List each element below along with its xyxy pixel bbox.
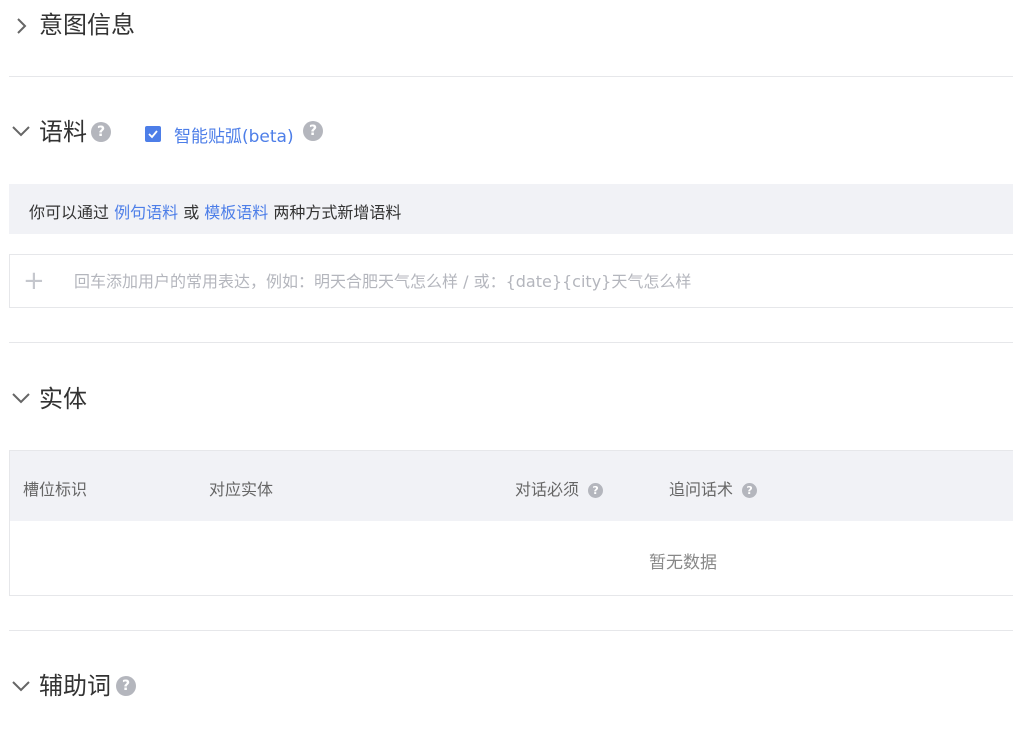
- section-title-entity[interactable]: 实体: [39, 384, 87, 414]
- corpus-hint-panel: 你可以通过 例句语料 或 模板语料 两种方式新增语料: [9, 184, 1013, 234]
- example-corpus-link[interactable]: 例句语料: [114, 203, 178, 222]
- corpus-input[interactable]: [68, 267, 980, 295]
- question-circle-icon[interactable]: ?: [742, 483, 758, 498]
- section-title-intent[interactable]: 意图信息: [39, 10, 135, 40]
- hint-prefix: 你可以通过: [29, 203, 115, 222]
- question-circle-icon[interactable]: ?: [588, 483, 604, 498]
- question-circle-icon[interactable]: ?: [91, 122, 111, 142]
- column-header-followup-label: 追问话术: [669, 480, 734, 499]
- chevron-down-icon[interactable]: [10, 120, 32, 142]
- template-corpus-link[interactable]: 模板语料: [204, 203, 268, 222]
- section-title-auxiliary[interactable]: 辅助词: [39, 671, 111, 701]
- column-header-required-label: 对话必须: [515, 480, 580, 499]
- empty-state-text: 暂无数据: [649, 553, 717, 573]
- chevron-down-icon[interactable]: [10, 675, 32, 697]
- hint-suffix: 两种方式新增语料: [268, 203, 402, 222]
- divider: [9, 630, 1013, 631]
- divider: [9, 76, 1013, 77]
- smart-checkbox-label[interactable]: 智能贴弧(beta): [174, 122, 294, 147]
- column-header-entity: 对应实体: [209, 480, 274, 499]
- section-title-corpus[interactable]: 语料: [39, 117, 87, 147]
- smart-checkbox[interactable]: [145, 126, 161, 142]
- hint-middle: 或: [178, 203, 205, 222]
- corpus-hint-text: 你可以通过 例句语料 或 模板语料 两种方式新增语料: [29, 199, 401, 223]
- question-circle-icon[interactable]: ?: [116, 676, 136, 696]
- column-header-required: 对话必须 ?: [515, 476, 604, 500]
- question-circle-icon[interactable]: ?: [303, 121, 323, 141]
- divider: [9, 342, 1013, 343]
- entity-table: 槽位标识 对应实体 对话必须 ? 追问话术 ? 暂无数据: [9, 450, 1013, 596]
- column-header-followup: 追问话术 ?: [669, 476, 758, 500]
- corpus-input-row: +: [9, 254, 1013, 308]
- table-header: 槽位标识 对应实体 对话必须 ? 追问话术 ?: [10, 451, 1013, 521]
- plus-icon[interactable]: +: [23, 267, 45, 295]
- checkmark-icon: [148, 130, 158, 139]
- chevron-down-icon[interactable]: [10, 387, 32, 409]
- column-header-slot-id: 槽位标识: [23, 480, 88, 499]
- chevron-right-icon[interactable]: [10, 15, 32, 37]
